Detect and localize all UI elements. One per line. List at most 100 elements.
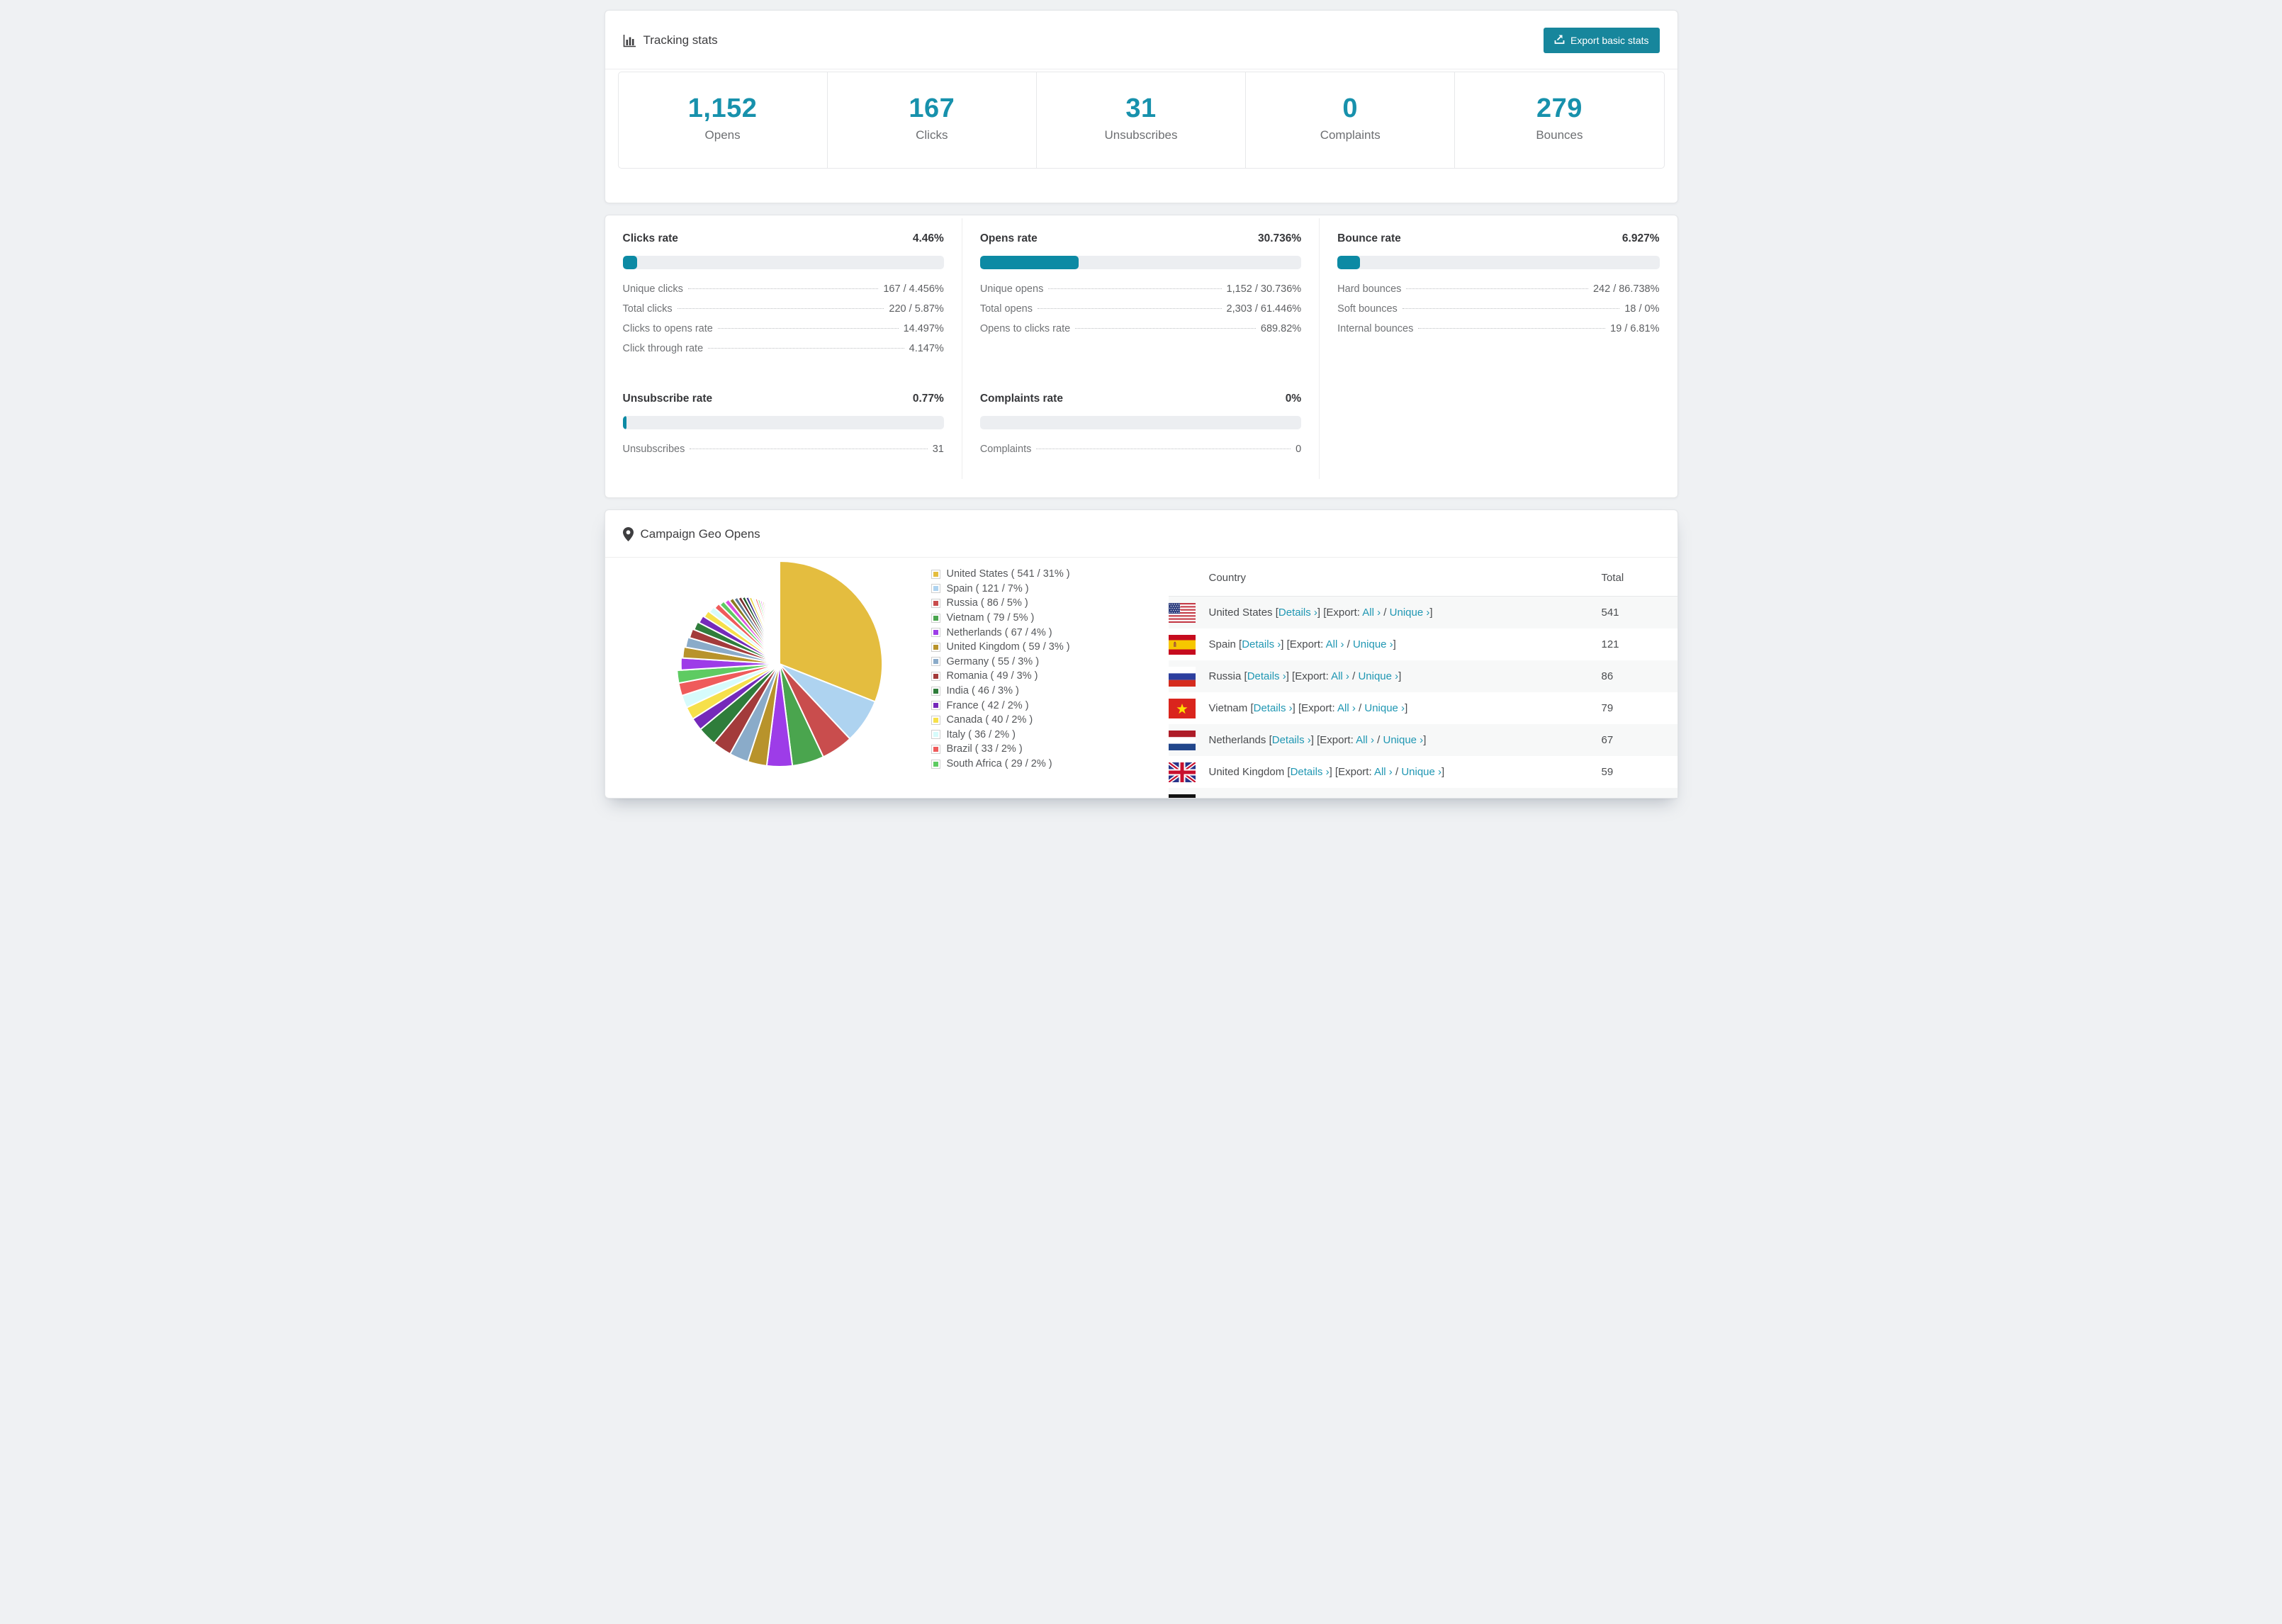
bracket: ] [1429,607,1433,619]
stat-box-bounces: 279 Bounces [1454,72,1663,168]
rate-section-clicks-rate: Clicks rate 4.46% Unique clicks 167 / 4.456… [605,218,962,378]
export-all-link[interactable]: All › [1356,734,1374,746]
export-unique-link[interactable]: Unique › [1364,702,1405,714]
slash: / [1355,702,1365,714]
tracking-stats-header: Tracking stats Export basic stats [605,11,1677,69]
export-all-link[interactable]: All › [1374,766,1393,778]
details-link[interactable]: Details › [1272,734,1311,746]
pie-chart-svg [675,560,883,768]
country-cell: Spain [Details ›] [Export: All › / Uniqu… [1196,638,1602,650]
details-link[interactable]: Details › [1247,670,1286,682]
stat-box-opens: 1,152 Opens [619,72,827,168]
stats-row: 1,152 Opens 167 Clicks 31 Unsubscribes 0 Compla… [617,72,1665,169]
details-link[interactable]: Details › [1254,702,1293,714]
legend-label: Italy ( 36 / 2% ) [946,728,1016,740]
rate-section-complaints-rate: Complaints rate 0% Complaints 0 [962,378,1320,479]
bracket: ] [1398,670,1402,682]
stat-value: 167 [909,94,955,123]
details-link[interactable]: Details › [1291,766,1330,778]
dashboard-page: Tracking stats Export basic stats 1,152 O… [594,0,1689,820]
country-name: Vietnam [1208,702,1248,714]
rate-row-label: Click through rate [622,343,704,354]
rate-percent: 4.46% [912,232,944,244]
page-title: Tracking stats [643,33,718,47]
rate-row-label: Opens to clicks rate [979,323,1071,334]
legend-label: Germany ( 55 / 3% ) [946,655,1040,667]
total-cell: 59 [1601,766,1614,778]
rate-row: Click through rate 4.147% [623,343,944,363]
rate-section-bounce-rate: Bounce rate 6.927% Hard bounces 242 / 86.73… [1320,218,1677,378]
stat-value: 279 [1536,94,1583,123]
export-unique-link[interactable]: Unique › [1353,638,1393,650]
legend-label: South Africa ( 29 / 2% ) [946,758,1052,770]
bracket: ] [1441,766,1445,778]
rate-title: Bounce rate [1337,232,1401,244]
progress-bar-fill [622,256,637,269]
export-icon [1554,34,1565,47]
export-prefix: ] [Export: [1329,766,1374,778]
column-header-country: Country [1208,572,1247,584]
slash: / [1381,607,1390,619]
details-link[interactable]: Details › [1242,638,1281,650]
total-cell: 86 [1601,670,1614,682]
dotted-leader [708,348,904,349]
geo-body: United States ( 541 / 31% ) Spain ( 121 /… [605,558,1677,798]
export-unique-link[interactable]: Unique › [1383,734,1423,746]
rate-section-unsubscribe-rate: Unsubscribe rate 0.77% Unsubscribes 31 [605,378,962,479]
legend-swatch [931,584,940,594]
legend-item: India ( 46 / 3% ) [931,684,1169,699]
bracket: ] [1423,734,1427,746]
geo-header: Campaign Geo Opens [605,510,1677,558]
legend-swatch [931,613,940,623]
rate-row-value: 14.497% [903,323,944,334]
bracket: ] [1405,702,1408,714]
export-prefix: ] [Export: [1317,607,1363,619]
legend-swatch [931,657,940,667]
legend-item: United States ( 541 / 31% ) [931,567,1169,582]
export-unique-link[interactable]: Unique › [1401,766,1441,778]
rate-percent: 0% [1285,393,1302,405]
rate-rows: Unique opens 1,152 / 30.736% Total opens 2,… [980,283,1301,343]
export-all-link[interactable]: All › [1326,638,1344,650]
rate-section-opens-rate: Opens rate 30.736% Unique opens 1,152 / 30.… [962,218,1320,378]
rate-rows: Unique clicks 167 / 4.456% Total clicks 220… [623,283,944,363]
legend-swatch [931,701,940,711]
progress-bar [1337,256,1660,269]
export-unique-link[interactable]: Unique › [1390,607,1430,619]
rate-row: Unsubscribes 31 [623,444,944,463]
legend-swatch [931,744,940,754]
geo-legend: United States ( 541 / 31% ) Spain ( 121 /… [931,558,1169,798]
slash: / [1349,670,1359,682]
export-basic-stats-button[interactable]: Export basic stats [1544,28,1660,53]
rate-section-empty [1320,378,1677,479]
total-cell: 121 [1601,638,1619,650]
country-cell: United Kingdom [Details ›] [Export: All … [1196,766,1602,778]
stat-box-unsubscribes: 31 Unsubscribes [1035,72,1245,168]
country-name: Russia [1208,670,1242,682]
legend-item: Spain ( 121 / 7% ) [931,582,1169,597]
legend-item: Netherlands ( 67 / 4% ) [931,625,1169,640]
rate-row: Total clicks 220 / 5.87% [623,303,944,323]
export-all-link[interactable]: All › [1331,670,1349,682]
export-all-link[interactable]: All › [1362,607,1381,619]
country-name: United States [1208,607,1273,619]
rate-row-value: 167 / 4.456% [883,283,944,295]
rate-row: Complaints 0 [980,444,1301,463]
dotted-leader [1038,308,1222,309]
rate-row-value: 1,152 / 30.736% [1226,283,1302,295]
legend-swatch [931,628,940,638]
dotted-leader [1048,288,1222,289]
dotted-leader [1075,328,1256,329]
export-all-link[interactable]: All › [1337,702,1356,714]
vn-flag-icon [1168,698,1196,718]
rate-title: Opens rate [979,232,1038,244]
table-row-us: United States [Details ›] [Export: All ›… [1168,597,1677,628]
stat-box-complaints: 0 Complaints [1245,72,1454,168]
rate-row-value: 18 / 0% [1624,303,1660,315]
country-cell: United States [Details ›] [Export: All ›… [1196,607,1602,619]
export-unique-link[interactable]: Unique › [1358,670,1398,682]
details-link[interactable]: Details › [1278,607,1317,619]
dotted-leader [1406,288,1588,289]
legend-swatch [931,642,940,652]
legend-label: Vietnam ( 79 / 5% ) [946,612,1035,624]
